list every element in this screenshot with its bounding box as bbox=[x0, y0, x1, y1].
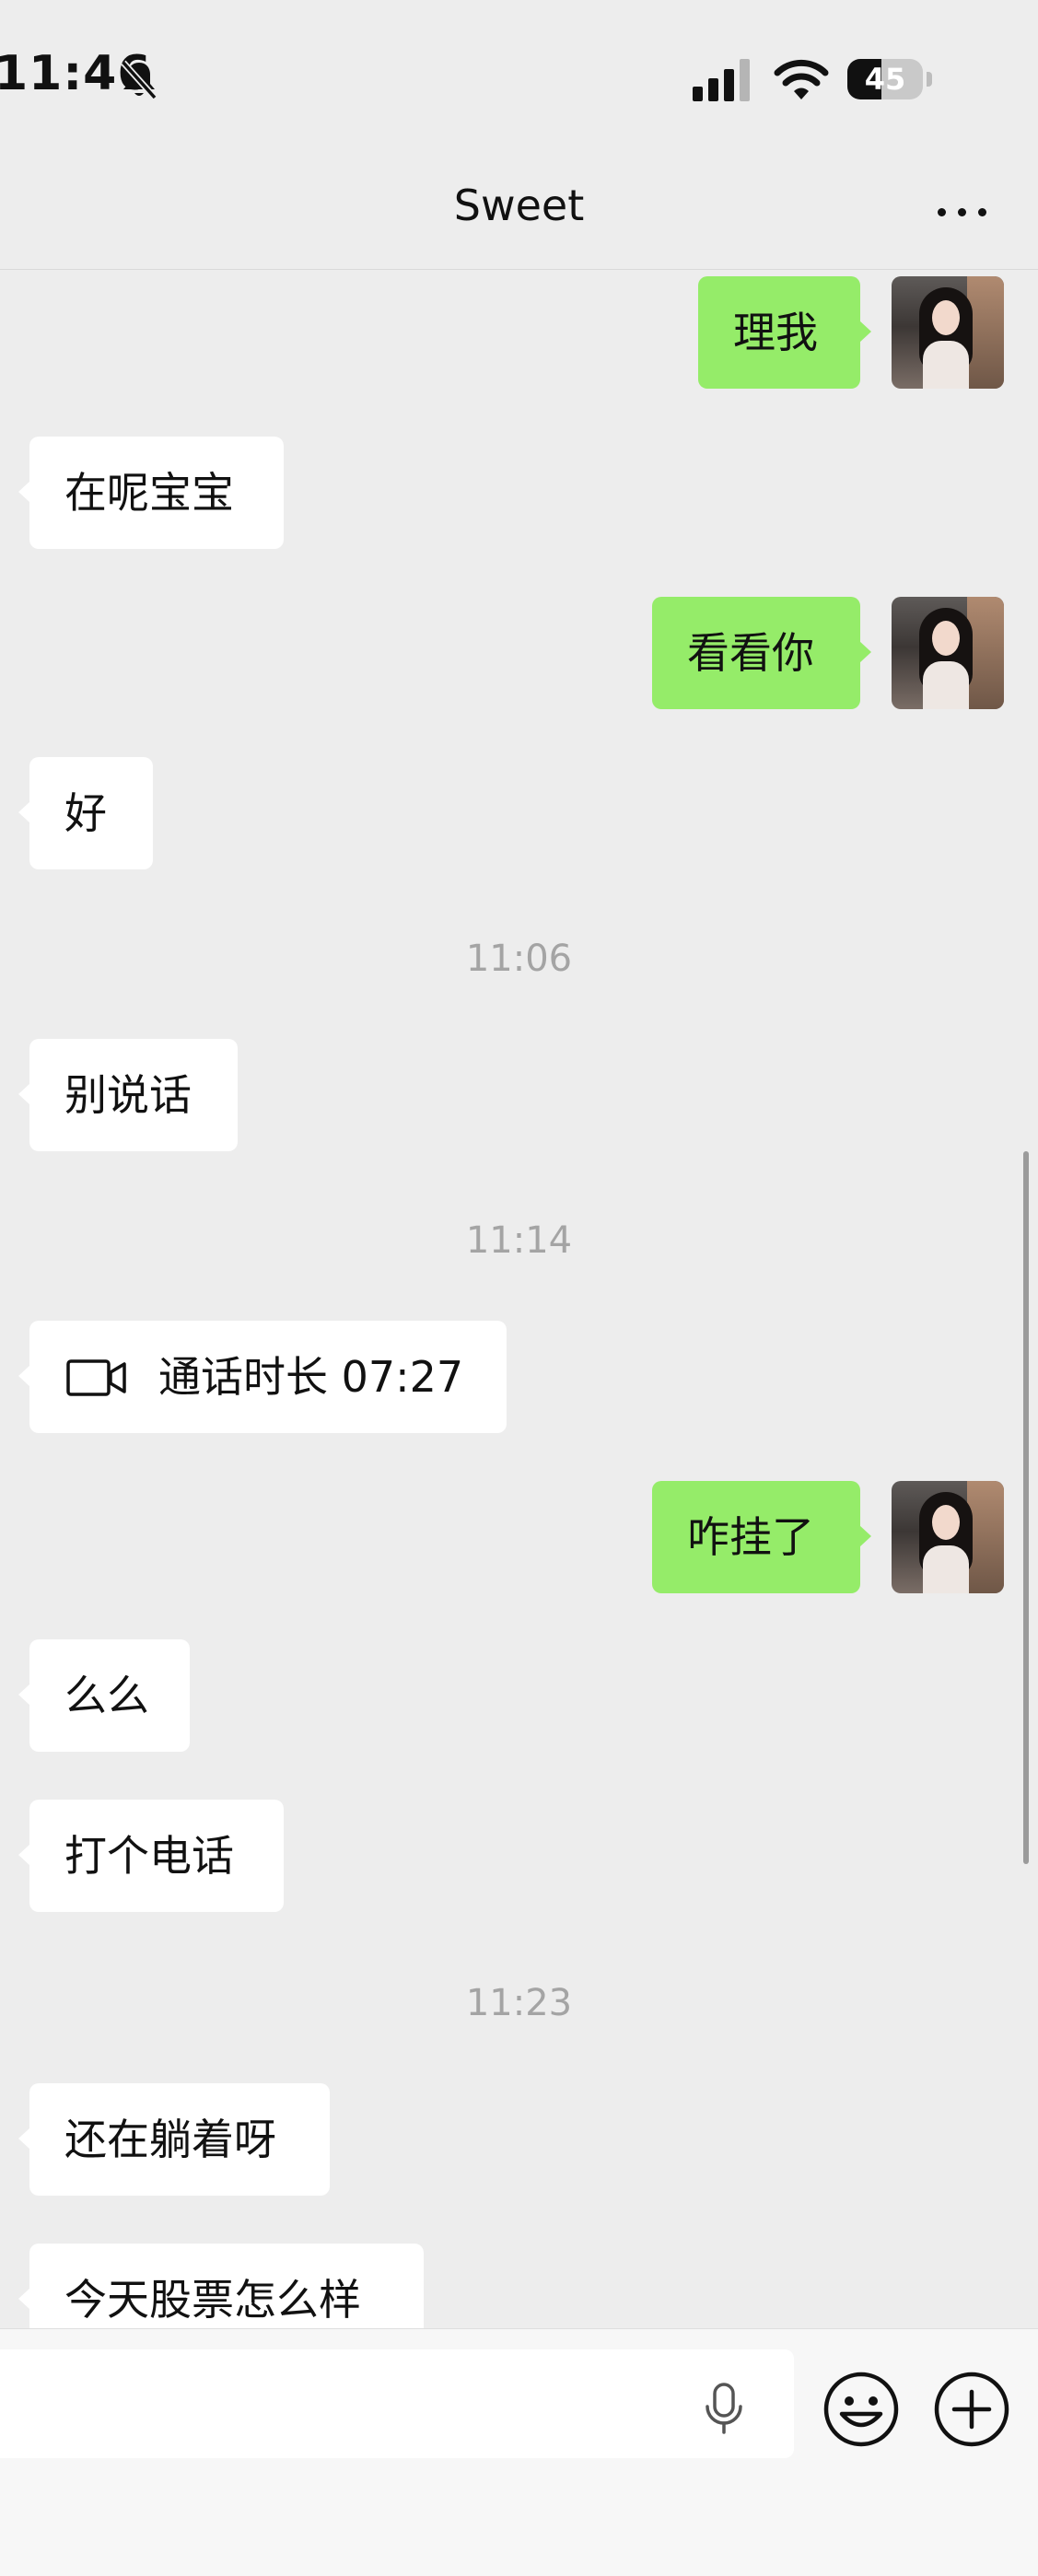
message-input[interactable] bbox=[0, 2349, 794, 2458]
video-call-icon bbox=[66, 1359, 126, 1396]
contact-message-bubble[interactable]: 么么 bbox=[18, 1639, 190, 1752]
chat-header: Sweet bbox=[0, 157, 1038, 270]
status-bar: 11:46 45 bbox=[0, 0, 1038, 157]
message-timestamp: 11:23 bbox=[465, 1982, 573, 2024]
contact-message-bubble[interactable]: 好 bbox=[18, 757, 153, 869]
input-bar bbox=[0, 2328, 1038, 2576]
wifi-icon bbox=[774, 59, 829, 99]
microphone-icon[interactable] bbox=[696, 2381, 752, 2436]
own-avatar[interactable] bbox=[892, 597, 1004, 709]
chat-title: Sweet bbox=[453, 181, 585, 230]
own-avatar[interactable] bbox=[892, 276, 1004, 389]
own-avatar[interactable] bbox=[892, 1481, 1004, 1593]
contact-message-bubble[interactable]: 还在躺着呀 bbox=[18, 2083, 330, 2196]
more-options-button[interactable] bbox=[930, 193, 995, 230]
contact-message-bubble[interactable]: 别说话 bbox=[18, 1039, 238, 1151]
battery-icon: 45 bbox=[847, 59, 932, 99]
cellular-signal-icon bbox=[693, 59, 750, 101]
message-timestamp: 11:06 bbox=[465, 938, 573, 980]
own-message-bubble[interactable]: 看看你 bbox=[652, 597, 871, 709]
battery-percentage: 45 bbox=[864, 62, 906, 97]
own-message-bubble[interactable]: 咋挂了 bbox=[652, 1481, 871, 1593]
plus-icon[interactable] bbox=[932, 2370, 1011, 2449]
own-message-bubble[interactable]: 理我 bbox=[698, 276, 871, 389]
bell-muted-icon bbox=[121, 60, 157, 100]
contact-message-bubble[interactable]: 今天股票怎么样 bbox=[18, 2244, 424, 2328]
message-timestamp: 11:14 bbox=[465, 1219, 573, 1262]
contact-message-bubble[interactable]: 在呢宝宝 bbox=[18, 437, 284, 549]
scrollbar[interactable] bbox=[1023, 1151, 1029, 1864]
message-list[interactable]: 理我 在呢宝宝 看看你 好 11:06 别说话 11:14 通话时长 07:27… bbox=[0, 269, 1038, 2328]
emoji-icon[interactable] bbox=[822, 2370, 901, 2449]
contact-message-bubble[interactable]: 打个电话 bbox=[18, 1800, 284, 1912]
